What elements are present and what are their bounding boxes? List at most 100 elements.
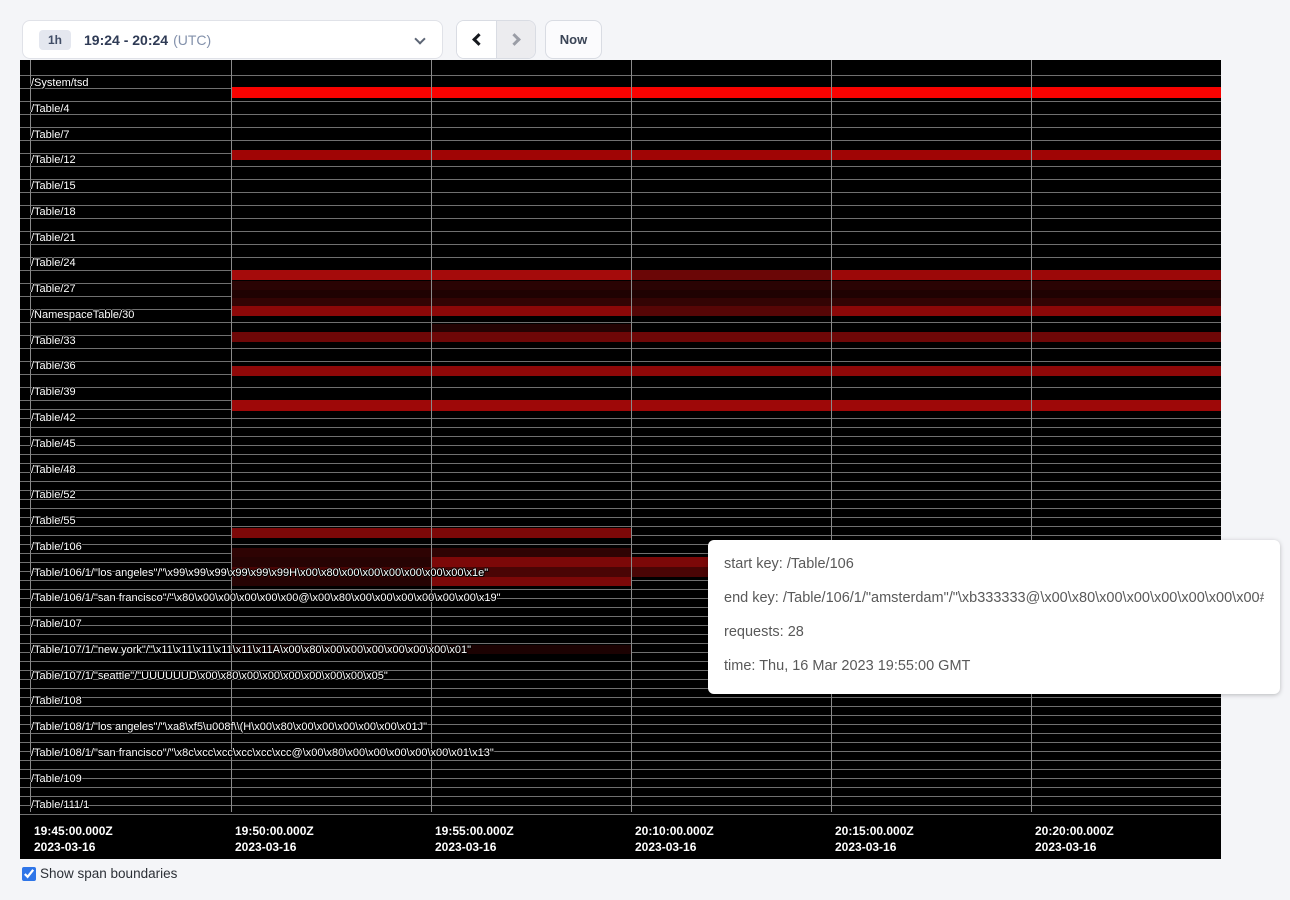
span-boundary-line — [20, 715, 1221, 716]
prev-time-button[interactable] — [457, 21, 496, 58]
time-gridline — [1031, 60, 1032, 812]
span-boundary-line — [20, 796, 1221, 797]
span-boundary-line — [20, 706, 1221, 707]
row-label: /Table/111/1 — [31, 798, 89, 812]
range-duration-badge: 1h — [39, 30, 71, 50]
span-boundary-line — [20, 75, 1221, 76]
span-boundary-line — [20, 244, 1221, 245]
span-boundary-line — [20, 499, 1221, 500]
span-boundary-line — [20, 697, 1221, 698]
tooltip-end-key-value: /Table/106/1/"amsterdam"/"\xb333333@\x00… — [783, 590, 1264, 606]
span-boundary-line — [20, 127, 1221, 128]
row-label: /Table/42 — [31, 411, 76, 425]
heat-band — [231, 290, 1221, 298]
time-gridline — [831, 60, 832, 812]
axis-time-label: 19:50:00.000Z — [235, 824, 314, 839]
span-boundary-line — [20, 760, 1221, 761]
span-tooltip: start key: /Table/106 end key: /Table/10… — [708, 540, 1280, 694]
time-gridline — [231, 60, 232, 812]
span-boundary-line — [20, 472, 1221, 473]
span-boundary-line — [20, 814, 1221, 815]
span-boundary-line — [20, 490, 1221, 491]
span-boundary-line — [20, 742, 1221, 743]
tooltip-end-key: end key: /Table/106/1/"amsterdam"/"\xb33… — [724, 588, 1264, 609]
span-boundary-line — [20, 387, 1221, 388]
row-label: /NamespaceTable/30 — [31, 308, 134, 322]
show-span-boundaries-checkbox[interactable] — [22, 867, 36, 881]
span-boundary-line — [20, 218, 1221, 219]
tooltip-time-value: Thu, 16 Mar 2023 19:55:00 GMT — [759, 658, 970, 674]
tooltip-time: time: Thu, 16 Mar 2023 19:55:00 GMT — [724, 656, 1264, 677]
row-label: /Table/107/1/"seattle"/"UUUUUUD\x00\x80\… — [31, 669, 388, 683]
span-boundary-line — [20, 231, 1221, 232]
range-text: 19:24 - 20:24 — [84, 32, 168, 48]
row-label: /Table/108/1/"los angeles"/"\xa8\xf5\u00… — [31, 720, 427, 734]
range-timezone: (UTC) — [173, 32, 211, 48]
heat-band — [231, 150, 1221, 160]
span-boundary-line — [20, 481, 1221, 482]
axis-time-label: 19:45:00.000Z — [34, 824, 113, 839]
tooltip-time-label: time: — [724, 658, 755, 674]
span-boundary-line — [20, 192, 1221, 193]
time-gridline — [431, 60, 432, 812]
heatmap-canvas[interactable]: 19:45:00.000Z2023-03-1619:50:00.000Z2023… — [20, 60, 1221, 859]
span-boundary-line — [20, 322, 1221, 323]
tooltip-start-key: start key: /Table/106 — [724, 554, 1264, 575]
span-boundary-line — [20, 166, 1221, 167]
row-label: /Table/45 — [31, 437, 76, 451]
heat-band — [231, 332, 1221, 342]
span-boundary-line — [20, 179, 1221, 180]
span-boundary-line — [20, 436, 1221, 437]
time-nav-group — [456, 20, 536, 59]
chevron-right-icon — [508, 33, 521, 46]
row-label: /Table/39 — [31, 385, 76, 399]
row-label: /Table/18 — [31, 205, 76, 219]
time-range-selector[interactable]: 1h 19:24 - 20:24 (UTC) — [22, 20, 443, 59]
row-label: /Table/27 — [31, 282, 76, 296]
axis-time-label: 20:15:00.000Z — [835, 824, 914, 839]
axis-time-label: 20:10:00.000Z — [635, 824, 714, 839]
axis-date-label: 2023-03-16 — [435, 840, 496, 855]
heat-band — [631, 306, 831, 316]
heat-band — [231, 87, 1221, 98]
span-boundary-line — [20, 805, 1221, 806]
span-boundary-line — [20, 205, 1221, 206]
row-label: /Table/108/1/"san francisco"/"\x8c\xcc\x… — [31, 746, 494, 760]
span-boundary-line — [20, 348, 1221, 349]
span-boundary-line — [20, 257, 1221, 258]
show-span-boundaries-toggle[interactable]: Show span boundaries — [22, 866, 177, 881]
span-boundary-line — [20, 445, 1221, 446]
row-label: /Table/15 — [31, 179, 76, 193]
axis-date-label: 2023-03-16 — [1035, 840, 1096, 855]
time-gridline — [631, 60, 632, 812]
tooltip-start-key-label: start key: — [724, 556, 783, 572]
next-time-button-disabled[interactable] — [496, 21, 535, 58]
row-label: /Table/24 — [31, 256, 76, 270]
show-span-boundaries-label: Show span boundaries — [40, 866, 177, 881]
heat-band — [831, 306, 1221, 316]
tooltip-end-key-label: end key: — [724, 590, 779, 606]
heat-band — [831, 270, 1221, 280]
row-label: /Table/52 — [31, 488, 76, 502]
row-label: /Table/7 — [31, 128, 70, 142]
row-label: /Table/107/1/"new york"/"\x11\x11\x11\x1… — [31, 643, 471, 657]
heat-band — [231, 366, 1221, 376]
row-label: /System/tsd — [31, 76, 88, 90]
chevron-left-icon — [472, 33, 485, 46]
row-label: /Table/106 — [31, 540, 82, 554]
axis-date-label: 2023-03-16 — [235, 840, 296, 855]
time-controls-bar: 1h 19:24 - 20:24 (UTC) Now — [0, 0, 1290, 60]
heat-band — [631, 270, 831, 280]
span-boundary-line — [20, 508, 1221, 509]
row-label: /Table/106/1/"san francisco"/"\x80\x00\x… — [31, 591, 501, 605]
span-boundary-line — [20, 140, 1221, 141]
span-boundary-line — [20, 101, 1221, 102]
row-label: /Table/108 — [31, 694, 82, 708]
span-boundary-line — [20, 427, 1221, 428]
row-label: /Table/36 — [31, 359, 76, 373]
span-boundary-line — [20, 778, 1221, 779]
axis-time-label: 19:55:00.000Z — [435, 824, 514, 839]
now-button[interactable]: Now — [545, 20, 602, 59]
row-label: /Table/48 — [31, 463, 76, 477]
row-label: /Table/106/1/"los angeles"/"\x99\x99\x99… — [31, 566, 488, 580]
